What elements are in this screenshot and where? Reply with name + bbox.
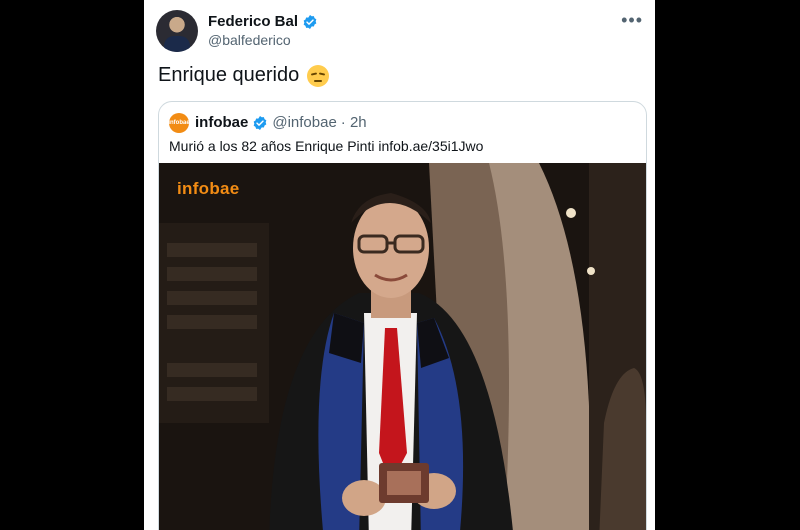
quoted-timestamp[interactable]: · 2h: [341, 114, 367, 131]
pensive-face-emoji-icon: [307, 64, 330, 87]
quoted-photo[interactable]: infobae: [159, 163, 646, 530]
author-handle[interactable]: @balfederico: [208, 32, 291, 48]
author-avatar[interactable]: [156, 10, 198, 52]
author-name-row: Federico Bal: [208, 13, 318, 30]
quoted-verified-icon: [254, 115, 267, 130]
quoted-header: infobae @infobae · 2h: [195, 114, 367, 131]
tweet-card: Federico Bal @balfederico ••• Enrique qu…: [144, 0, 655, 530]
tweet-text: Enrique querido: [158, 64, 330, 87]
quoted-tweet[interactable]: infobae infobae @infobae · 2h Murió a lo…: [158, 101, 647, 530]
more-icon[interactable]: •••: [621, 10, 643, 31]
tweet-text-content: Enrique querido: [158, 64, 300, 86]
infobae-watermark: infobae: [177, 179, 240, 198]
author-name[interactable]: Federico Bal: [208, 13, 298, 30]
photo-illustration: [159, 163, 646, 530]
infobae-logo-icon: infobae: [168, 113, 190, 133]
quoted-author-name[interactable]: infobae: [195, 114, 248, 131]
quoted-author-handle[interactable]: @infobae: [272, 114, 336, 131]
verified-icon: [303, 14, 317, 29]
quoted-text: Murió a los 82 años Enrique Pinti infob.…: [169, 138, 484, 154]
